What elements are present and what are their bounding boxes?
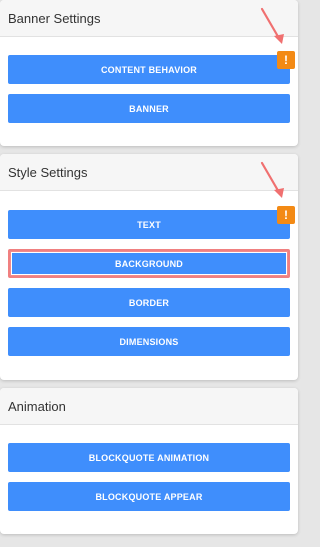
- warning-icon: !: [277, 51, 295, 69]
- text-button[interactable]: TEXT: [8, 210, 290, 239]
- panel-title: Animation: [8, 398, 66, 414]
- arrow-annotation-icon: [260, 161, 284, 198]
- border-button[interactable]: BORDER: [8, 288, 290, 317]
- arrow-annotation-icon: [260, 7, 284, 44]
- panel-title: Style Settings: [8, 164, 88, 180]
- content-behavior-button[interactable]: CONTENT BEHAVIOR: [8, 55, 290, 84]
- animation-panel: Animation BLOCKQUOTE ANIMATION BLOCKQUOT…: [0, 388, 298, 534]
- style-settings-panel: Style Settings TEXT BACKGROUND BORDER DI…: [0, 154, 298, 380]
- animation-header: Animation: [0, 388, 298, 425]
- banner-settings-header: Banner Settings: [0, 0, 298, 37]
- banner-settings-panel: Banner Settings CONTENT BEHAVIOR BANNER …: [0, 0, 298, 146]
- background-button[interactable]: BACKGROUND: [8, 249, 290, 278]
- style-settings-header: Style Settings: [0, 154, 298, 191]
- warning-icon: !: [277, 206, 295, 224]
- dimensions-button[interactable]: DIMENSIONS: [8, 327, 290, 356]
- blockquote-animation-button[interactable]: BLOCKQUOTE ANIMATION: [8, 443, 290, 472]
- blockquote-appear-button[interactable]: BLOCKQUOTE APPEAR: [8, 482, 290, 511]
- panel-title: Banner Settings: [8, 10, 101, 26]
- banner-button[interactable]: BANNER: [8, 94, 290, 123]
